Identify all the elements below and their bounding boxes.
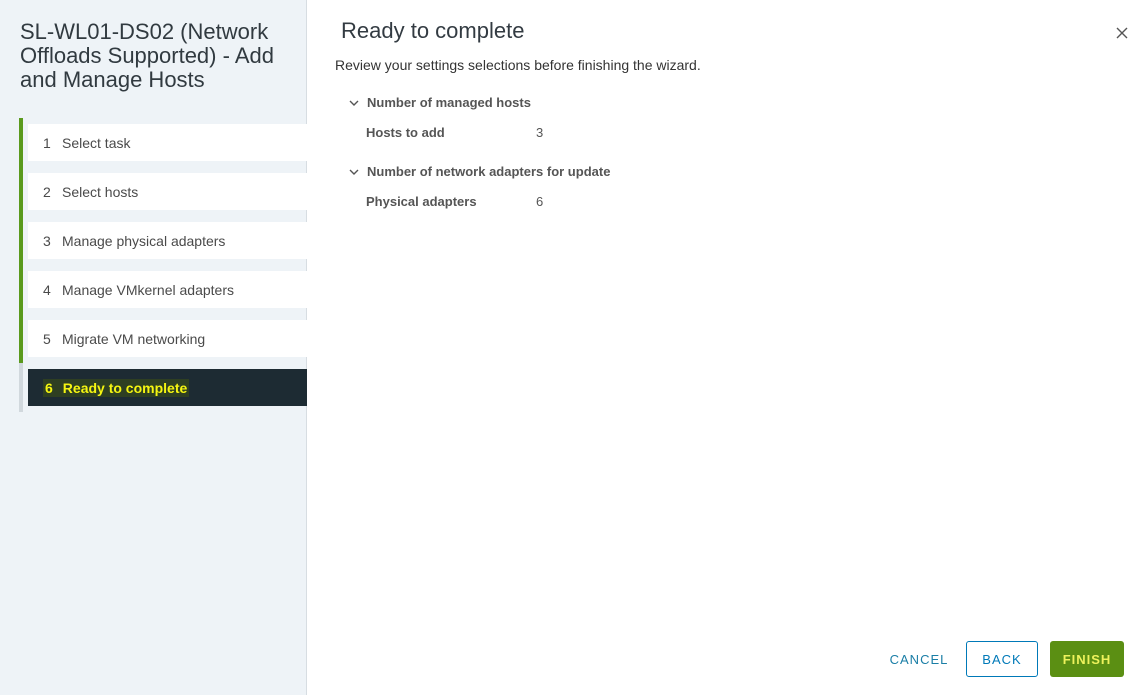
step-manage-vmkernel-adapters[interactable]: 4 Manage VMkernel adapters	[28, 271, 307, 308]
wizard-content: Ready to complete Review your settings s…	[308, 0, 1144, 695]
step-progress-rail	[19, 363, 23, 412]
page-subtitle: Review your settings selections before f…	[335, 57, 701, 73]
step-progress-rail	[19, 265, 23, 314]
step-progress-rail	[19, 216, 23, 265]
section-toggle[interactable]: Number of managed hosts	[348, 95, 848, 110]
step-row-3: 3 Manage physical adapters	[19, 216, 307, 265]
step-label: Ready to complete	[62, 379, 188, 396]
step-number: 5	[43, 330, 51, 347]
cancel-button[interactable]: CANCEL	[884, 641, 954, 677]
step-label: Migrate VM networking	[62, 330, 206, 347]
step-select-hosts[interactable]: 2 Select hosts	[28, 173, 307, 210]
section-title: Number of managed hosts	[367, 95, 531, 110]
summary-value: 6	[536, 194, 544, 209]
back-button[interactable]: BACK	[966, 641, 1038, 677]
step-ready-to-complete[interactable]: 6 Ready to complete	[28, 369, 307, 406]
section-title: Number of network adapters for update	[367, 164, 611, 179]
section-network-adapters: Number of network adapters for update Ph…	[348, 164, 848, 209]
close-icon[interactable]	[1114, 25, 1130, 41]
step-number: 3	[43, 232, 51, 249]
section-managed-hosts: Number of managed hosts Hosts to add 3	[348, 95, 848, 140]
step-number: 6	[45, 379, 53, 396]
summary-key: Physical adapters	[366, 194, 477, 209]
step-row-1: 1 Select task	[19, 118, 307, 167]
section-toggle[interactable]: Number of network adapters for update	[348, 164, 848, 179]
step-number: 2	[43, 183, 51, 200]
step-row-6: 6 Ready to complete	[19, 363, 307, 412]
step-progress-rail	[19, 118, 23, 167]
summary-value: 3	[536, 125, 544, 140]
step-row-4: 4 Manage VMkernel adapters	[19, 265, 307, 314]
step-select-task[interactable]: 1 Select task	[28, 124, 307, 161]
chevron-down-icon	[349, 100, 359, 106]
wizard-title: SL-WL01-DS02 (Network Offloads Supported…	[20, 19, 274, 92]
step-label: Manage physical adapters	[62, 232, 226, 249]
step-row-2: 2 Select hosts	[19, 167, 307, 216]
summary-key: Hosts to add	[366, 125, 445, 140]
chevron-down-icon	[349, 169, 359, 175]
step-progress-rail	[19, 167, 23, 216]
step-label: Select hosts	[62, 183, 139, 200]
step-row-5: 5 Migrate VM networking	[19, 314, 307, 363]
step-migrate-vm-networking[interactable]: 5 Migrate VM networking	[28, 320, 307, 357]
summary-row: Physical adapters 6	[348, 194, 848, 209]
step-manage-physical-adapters[interactable]: 3 Manage physical adapters	[28, 222, 307, 259]
step-number: 1	[43, 134, 51, 151]
wizard-steps: 1 Select task 2 Select hosts 3 Manage ph…	[19, 118, 307, 412]
wizard-sidebar: SL-WL01-DS02 (Network Offloads Supported…	[0, 0, 307, 695]
summary-row: Hosts to add 3	[348, 125, 848, 140]
step-label: Select task	[62, 134, 131, 151]
step-number: 4	[43, 281, 51, 298]
page-title: Ready to complete	[341, 18, 525, 43]
step-label: Manage VMkernel adapters	[62, 281, 234, 298]
finish-button[interactable]: FINISH	[1050, 641, 1124, 677]
step-highlight: 6 Ready to complete	[43, 378, 190, 397]
step-progress-rail	[19, 314, 23, 363]
